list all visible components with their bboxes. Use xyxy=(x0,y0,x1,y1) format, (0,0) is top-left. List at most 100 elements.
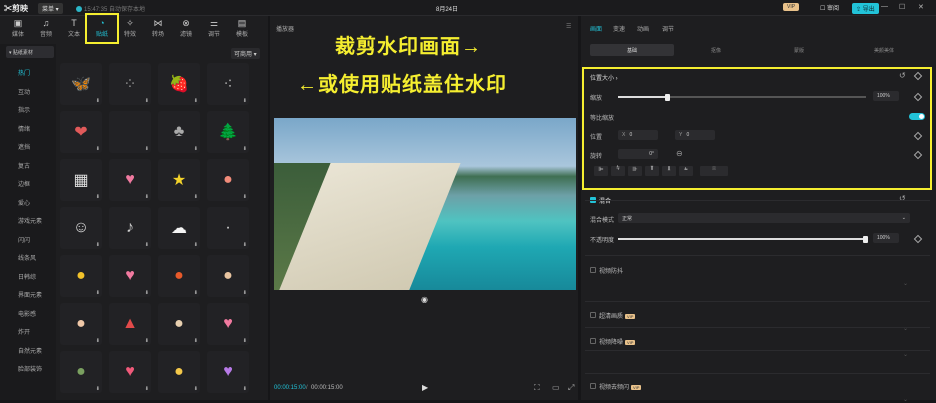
download-icon[interactable]: ⬇ xyxy=(243,194,247,200)
download-icon[interactable]: ⬇ xyxy=(145,146,149,152)
category-item[interactable]: 复古 xyxy=(18,161,30,170)
opacity-slider[interactable] xyxy=(618,236,868,243)
section-checkbox[interactable] xyxy=(590,383,596,389)
section-expand-icon[interactable]: ⌄ xyxy=(903,351,908,358)
sticker-tile[interactable]: ♥ ⬇ xyxy=(207,303,249,345)
vip-badge[interactable]: VIP xyxy=(783,3,800,11)
scale-knob[interactable] xyxy=(664,94,670,101)
tool-tab-6[interactable]: ⊗ 滤镜 xyxy=(174,18,198,38)
download-icon[interactable]: ⬇ xyxy=(145,98,149,104)
download-icon[interactable]: ⬇ xyxy=(96,194,100,200)
scale-value[interactable]: 100% xyxy=(873,91,899,101)
sticker-tile[interactable]: ⬇ xyxy=(109,111,151,153)
scale-slider[interactable] xyxy=(618,94,866,101)
download-icon[interactable]: ⬇ xyxy=(96,290,100,296)
menu-button[interactable]: 菜单 ▾ xyxy=(38,3,63,14)
download-icon[interactable]: ⬇ xyxy=(145,242,149,248)
ratio-icon[interactable]: ▭ xyxy=(552,383,560,392)
category-item[interactable]: 边框 xyxy=(18,179,30,188)
download-icon[interactable]: ⬇ xyxy=(96,242,100,248)
props-tab-3[interactable]: 调节 xyxy=(662,24,674,33)
align-bottom-icon[interactable]: ⫨ xyxy=(679,166,693,176)
sticker-tile[interactable]: ● ⬇ xyxy=(207,255,249,297)
tool-tab-1[interactable]: ♫ 音频 xyxy=(34,18,58,38)
download-icon[interactable]: ⬇ xyxy=(243,338,247,344)
export-button[interactable]: ⇪ 导出 xyxy=(852,3,879,14)
category-item[interactable]: 界面元素 xyxy=(18,290,42,299)
tool-tab-0[interactable]: ▣ 媒体 xyxy=(6,18,30,38)
sticker-tile[interactable]: ♥ ⬇ xyxy=(109,351,151,393)
props-subtab-3[interactable]: 美颜美体 xyxy=(843,44,925,56)
video-frame[interactable] xyxy=(274,118,576,290)
download-icon[interactable]: ⬇ xyxy=(243,290,247,296)
category-item[interactable]: 遮挡 xyxy=(18,142,30,151)
sticker-collection[interactable]: ▾ 贴纸素材 xyxy=(6,46,54,58)
download-icon[interactable]: ⬇ xyxy=(96,98,100,104)
download-icon[interactable]: ⬇ xyxy=(194,290,198,296)
blend-reset-icon[interactable]: ↺ xyxy=(899,194,906,203)
download-icon[interactable]: ⬇ xyxy=(194,242,198,248)
sticker-tile[interactable]: ☁ ⬇ xyxy=(158,207,200,249)
tool-tab-4[interactable]: ✧ 特效 xyxy=(118,18,142,38)
download-icon[interactable]: ⬇ xyxy=(145,338,149,344)
download-icon[interactable]: ⬇ xyxy=(96,338,100,344)
sticker-tile[interactable]: ● ⬇ xyxy=(60,351,102,393)
sticker-tile[interactable]: ♥ ⬇ xyxy=(109,255,151,297)
download-icon[interactable]: ⬇ xyxy=(145,290,149,296)
rotation-dial-icon[interactable]: ⊖ xyxy=(676,149,683,158)
download-icon[interactable]: ⬇ xyxy=(194,146,198,152)
opacity-value[interactable]: 100% xyxy=(873,233,899,243)
sticker-tile[interactable]: ▲ ⬇ xyxy=(109,303,151,345)
download-icon[interactable]: ⬇ xyxy=(145,386,149,392)
crop-marker-icon[interactable]: ◉ xyxy=(421,295,428,304)
download-icon[interactable]: ⬇ xyxy=(243,146,247,152)
download-icon[interactable]: ⬇ xyxy=(194,98,198,104)
section-expand-icon[interactable]: ⌄ xyxy=(903,325,908,332)
category-item[interactable]: 电影感 xyxy=(18,309,36,318)
sticker-tile[interactable]: ❤ ⬇ xyxy=(60,111,102,153)
category-item[interactable]: 互动 xyxy=(18,87,30,96)
player-menu-icon[interactable]: ☰ xyxy=(566,23,571,30)
sticker-tile[interactable]: ● ⬇ xyxy=(60,303,102,345)
tool-tab-3[interactable]: ◔ 贴纸 xyxy=(90,18,114,38)
rotation-value[interactable]: 0° xyxy=(618,149,658,159)
category-item[interactable]: 闪闪 xyxy=(18,235,30,244)
position-x-field[interactable]: X 0 xyxy=(618,130,658,140)
category-item[interactable]: 爱心 xyxy=(18,198,30,207)
position-size-title[interactable]: 位置大小 › xyxy=(590,73,618,82)
category-item[interactable]: 自然元素 xyxy=(18,346,42,355)
sticker-tile[interactable]: ● ⬇ xyxy=(158,255,200,297)
screenshot-icon[interactable]: ⛶ xyxy=(534,383,540,393)
section-checkbox[interactable] xyxy=(590,312,596,318)
props-tab-1[interactable]: 变速 xyxy=(613,24,625,33)
maximize-icon[interactable]: ☐ xyxy=(899,3,905,11)
uniform-scale-toggle[interactable] xyxy=(909,113,925,120)
minimize-icon[interactable]: — xyxy=(881,3,888,10)
category-item[interactable]: 指示 xyxy=(18,105,30,114)
category-item[interactable]: 日韩综 xyxy=(18,272,36,281)
sticker-tile[interactable]: ▦ ⬇ xyxy=(60,159,102,201)
category-item[interactable]: 炸开 xyxy=(18,327,30,336)
sticker-tile[interactable]: ☺ ⬇ xyxy=(60,207,102,249)
tool-tab-2[interactable]: T 文本 xyxy=(62,18,86,38)
sticker-tile[interactable]: ♥ ⬇ xyxy=(109,159,151,201)
sticker-tile[interactable]: 🍓 ⬇ xyxy=(158,63,200,105)
download-icon[interactable]: ⬇ xyxy=(96,386,100,392)
download-icon[interactable]: ⬇ xyxy=(243,242,247,248)
category-item[interactable]: 热门 xyxy=(18,68,30,77)
download-icon[interactable]: ⬇ xyxy=(243,386,247,392)
download-icon[interactable]: ⬇ xyxy=(194,194,198,200)
props-subtab-1[interactable]: 抠像 xyxy=(677,44,755,56)
align-vcenter-icon[interactable]: ⫫ xyxy=(662,166,676,176)
sticker-tile[interactable]: ♣ ⬇ xyxy=(158,111,200,153)
props-tab-2[interactable]: 动画 xyxy=(637,24,649,33)
tool-tab-5[interactable]: ⋈ 转场 xyxy=(146,18,170,38)
props-tab-0[interactable]: 画面 xyxy=(590,24,602,33)
sticker-tile[interactable]: ♥ ⬇ xyxy=(207,351,249,393)
category-item[interactable]: 线条风 xyxy=(18,253,36,262)
category-item[interactable]: 情绪 xyxy=(18,124,30,133)
download-icon[interactable]: ⬇ xyxy=(243,98,247,104)
fullscreen-icon[interactable]: ⤢ xyxy=(568,383,574,393)
section-checkbox[interactable] xyxy=(590,267,596,273)
sticker-tile[interactable]: ⁖ ⬇ xyxy=(207,63,249,105)
